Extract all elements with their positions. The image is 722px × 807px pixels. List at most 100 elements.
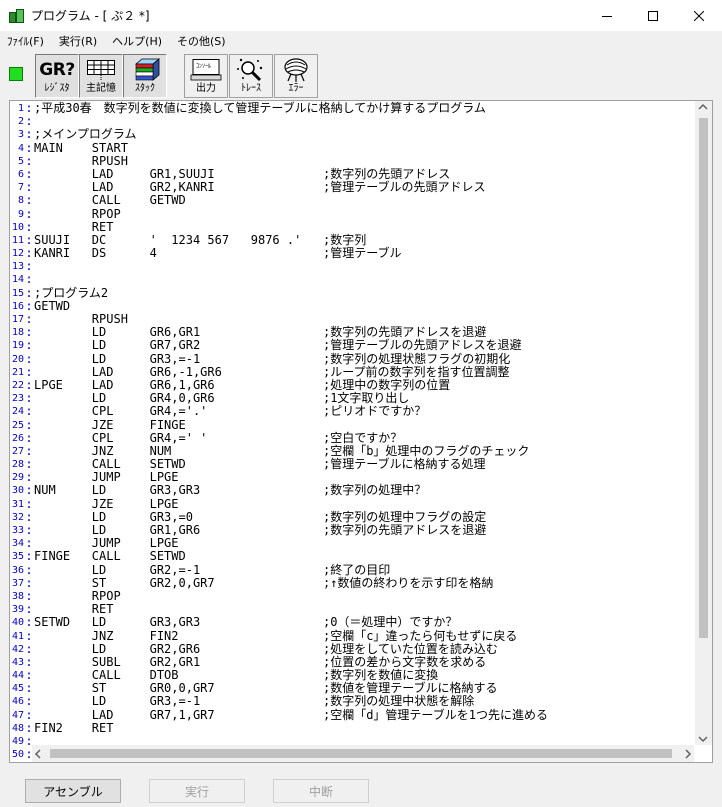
line-number: 36 xyxy=(11,564,24,576)
code-line[interactable]: 35: FINGE CALL SETWD xyxy=(10,550,548,563)
code-line[interactable]: 24: CPL GR4,='.' ;ピリオドですか？ xyxy=(10,405,548,418)
stack-icon xyxy=(128,57,162,83)
gutter-colon: : xyxy=(25,641,33,656)
line-number: 16 xyxy=(11,300,24,312)
trace-button[interactable]: ﾄﾚｰｽ xyxy=(229,54,273,98)
code-line[interactable]: 15: ;プログラム2 xyxy=(10,285,548,300)
line-number: 15 xyxy=(11,287,24,299)
line-number: 24 xyxy=(11,406,24,418)
menu-run[interactable]: 実行(R) xyxy=(52,33,105,49)
line-text: RET xyxy=(34,219,114,234)
code-line[interactable]: 14: xyxy=(10,273,548,286)
code-line[interactable]: 12: KANRI DS 4 ;管理テーブル xyxy=(10,246,548,261)
run-button[interactable]: 実行 xyxy=(149,779,245,803)
scroll-down-icon[interactable] xyxy=(698,735,708,743)
code-line[interactable]: 40: SETWD LD GR3,GR3 ;0（＝処理中）ですか？ xyxy=(10,616,548,629)
gutter-colon: : xyxy=(25,615,33,630)
magnifier-icon xyxy=(234,57,268,83)
memory-button[interactable]: 主記憶 xyxy=(79,54,123,98)
output-button[interactable]: ｺﾝｿｰﾙ 出力 xyxy=(184,54,228,98)
scroll-left-icon[interactable] xyxy=(34,749,42,759)
line-number: 44 xyxy=(11,670,24,682)
line-text: JNZ FIN2 ;空欄「c」違ったら何もせずに戻る xyxy=(34,628,518,643)
gutter-colon: : xyxy=(25,404,33,419)
code-line[interactable]: 9: RPOP xyxy=(10,206,548,221)
register-icon: GR? xyxy=(39,60,75,80)
code-line[interactable]: 37: ST GR2,0,GR7 ;↑数値の終わりを示す印を格納 xyxy=(10,575,548,590)
line-number: 33 xyxy=(11,525,24,536)
line-number: 40 xyxy=(11,617,24,629)
title-bar[interactable]: プログラム - [ ぷ２ *] xyxy=(0,0,722,31)
register-button[interactable]: GR? ﾚｼﾞｽﾀ xyxy=(35,54,79,98)
register-label: ﾚｼﾞｽﾀ xyxy=(44,83,70,94)
minimize-button[interactable] xyxy=(584,0,630,31)
line-number: 34 xyxy=(11,538,24,550)
menu-help[interactable]: ヘルプ(H) xyxy=(105,33,170,49)
line-number: 47 xyxy=(11,709,24,721)
line-text: KANRI DS 4 ;管理テーブル xyxy=(34,246,402,261)
line-number: 28 xyxy=(11,459,24,471)
close-button[interactable] xyxy=(676,0,722,31)
code-line[interactable]: 13: xyxy=(10,260,548,273)
line-text: NUM LD GR3,GR3 ;数字列の処理中？ xyxy=(34,483,427,498)
code-line[interactable]: 48: FIN2 RET xyxy=(10,720,548,735)
code-line[interactable]: 46: LD GR3,=-1 ;数字列の処理中状態を解除 xyxy=(10,695,548,708)
code-line[interactable]: 4: MAIN START xyxy=(10,141,548,155)
line-text: ;プログラム2 xyxy=(34,285,109,300)
gutter-colon: : xyxy=(25,193,33,208)
code-line[interactable]: 3: ;メインプログラム xyxy=(10,128,548,141)
horizontal-scrollbar[interactable] xyxy=(32,745,694,762)
scroll-right-icon[interactable] xyxy=(684,749,692,759)
line-text: ST GR2,0,GR7 ;↑数値の終わりを示す印を格納 xyxy=(34,575,494,590)
menu-file[interactable]: ﾌｧｲﾙ(F) xyxy=(0,33,52,49)
line-number: 11 xyxy=(11,234,24,246)
code-line[interactable]: 5: RPUSH xyxy=(10,154,548,168)
stack-button[interactable]: ｽﾀｯｸ xyxy=(123,54,167,98)
horizontal-scroll-thumb[interactable] xyxy=(50,749,672,758)
scroll-up-icon[interactable] xyxy=(698,103,708,111)
code-line[interactable]: 19: LD GR7,GR2 ;管理テーブルの先頭アドレスを退避 xyxy=(10,339,548,352)
gutter-colon: : xyxy=(25,285,33,300)
line-number: 20 xyxy=(11,353,24,365)
code-line[interactable]: 31: JZE LPGE xyxy=(10,497,548,511)
code-line[interactable]: 41: JNZ FIN2 ;空欄「c」違ったら何もせずに戻る xyxy=(10,628,548,643)
menu-other[interactable]: その他(S) xyxy=(170,33,234,49)
line-text: FIN2 RET xyxy=(34,720,114,735)
stop-button[interactable]: 中断 xyxy=(273,779,369,803)
code-line[interactable]: 10: RET xyxy=(10,219,548,234)
code-line[interactable]: 36: LD GR2,=-1 ;終了の目印 xyxy=(10,563,548,577)
gutter-colon: : xyxy=(25,351,33,366)
line-number: 37 xyxy=(11,577,24,589)
line-number: 41 xyxy=(11,630,24,642)
vertical-scroll-thumb[interactable] xyxy=(699,118,708,638)
line-number: 31 xyxy=(11,498,24,510)
vertical-scrollbar[interactable] xyxy=(695,101,712,745)
code-line[interactable]: 30: NUM LD GR3,GR3 ;数字列の処理中？ xyxy=(10,484,548,497)
maximize-icon xyxy=(648,10,658,21)
error-button[interactable]: ｴﾗｰ xyxy=(274,54,318,98)
code-line[interactable]: 21: LAD GR6,-1,GR6 ;ループ前の数字列を指す位置調整 xyxy=(10,365,548,379)
line-text: SETWD LD GR3,GR3 ;0（＝処理中）ですか？ xyxy=(34,615,458,630)
gutter-colon: : xyxy=(25,127,33,142)
code-line[interactable]: 42: LD GR2,GR6 ;処理をしていた位置を読み込む xyxy=(10,641,548,656)
assemble-button[interactable]: アセンブル xyxy=(25,779,121,803)
code-line[interactable]: 20: LD GR3,=-1 ;数字列の処理状態フラグの初期化 xyxy=(10,351,548,366)
svg-text:ｺﾝｿｰﾙ: ｺﾝｿｰﾙ xyxy=(196,63,211,70)
code-line[interactable]: 8: CALL GETWD xyxy=(10,194,548,207)
gutter-colon: : xyxy=(25,206,33,221)
line-number: 39 xyxy=(11,604,24,616)
line-number: 22 xyxy=(11,379,24,391)
code-area[interactable]: 1: ;平成30春 数字列を数値に変換して管理テーブルに格納してかけ算するプログラ… xyxy=(10,101,548,762)
line-number: 38 xyxy=(11,590,24,602)
line-number: 35 xyxy=(11,551,24,563)
code-line[interactable]: 26: CPL GR4,=' ' ;空白ですか？ xyxy=(10,431,548,445)
line-number: 13 xyxy=(11,261,24,273)
code-editor[interactable]: 1: ;平成30春 数字列を数値に変換して管理テーブルに格納してかけ算するプログラ… xyxy=(9,100,713,763)
code-line[interactable]: 25: JZE FINGE xyxy=(10,417,548,432)
line-text: FINGE CALL SETWD xyxy=(34,549,186,564)
line-text: JZE FINGE xyxy=(34,417,186,432)
code-line[interactable]: 47: LAD GR7,1,GR7 ;空欄「d」管理テーブルを1つ先に進める xyxy=(10,708,548,722)
error-label: ｴﾗｰ xyxy=(288,83,304,94)
maximize-button[interactable] xyxy=(630,0,676,31)
code-line[interactable]: 1: ;平成30春 数字列を数値に変換して管理テーブルに格納してかけ算するプログラ… xyxy=(10,101,548,115)
